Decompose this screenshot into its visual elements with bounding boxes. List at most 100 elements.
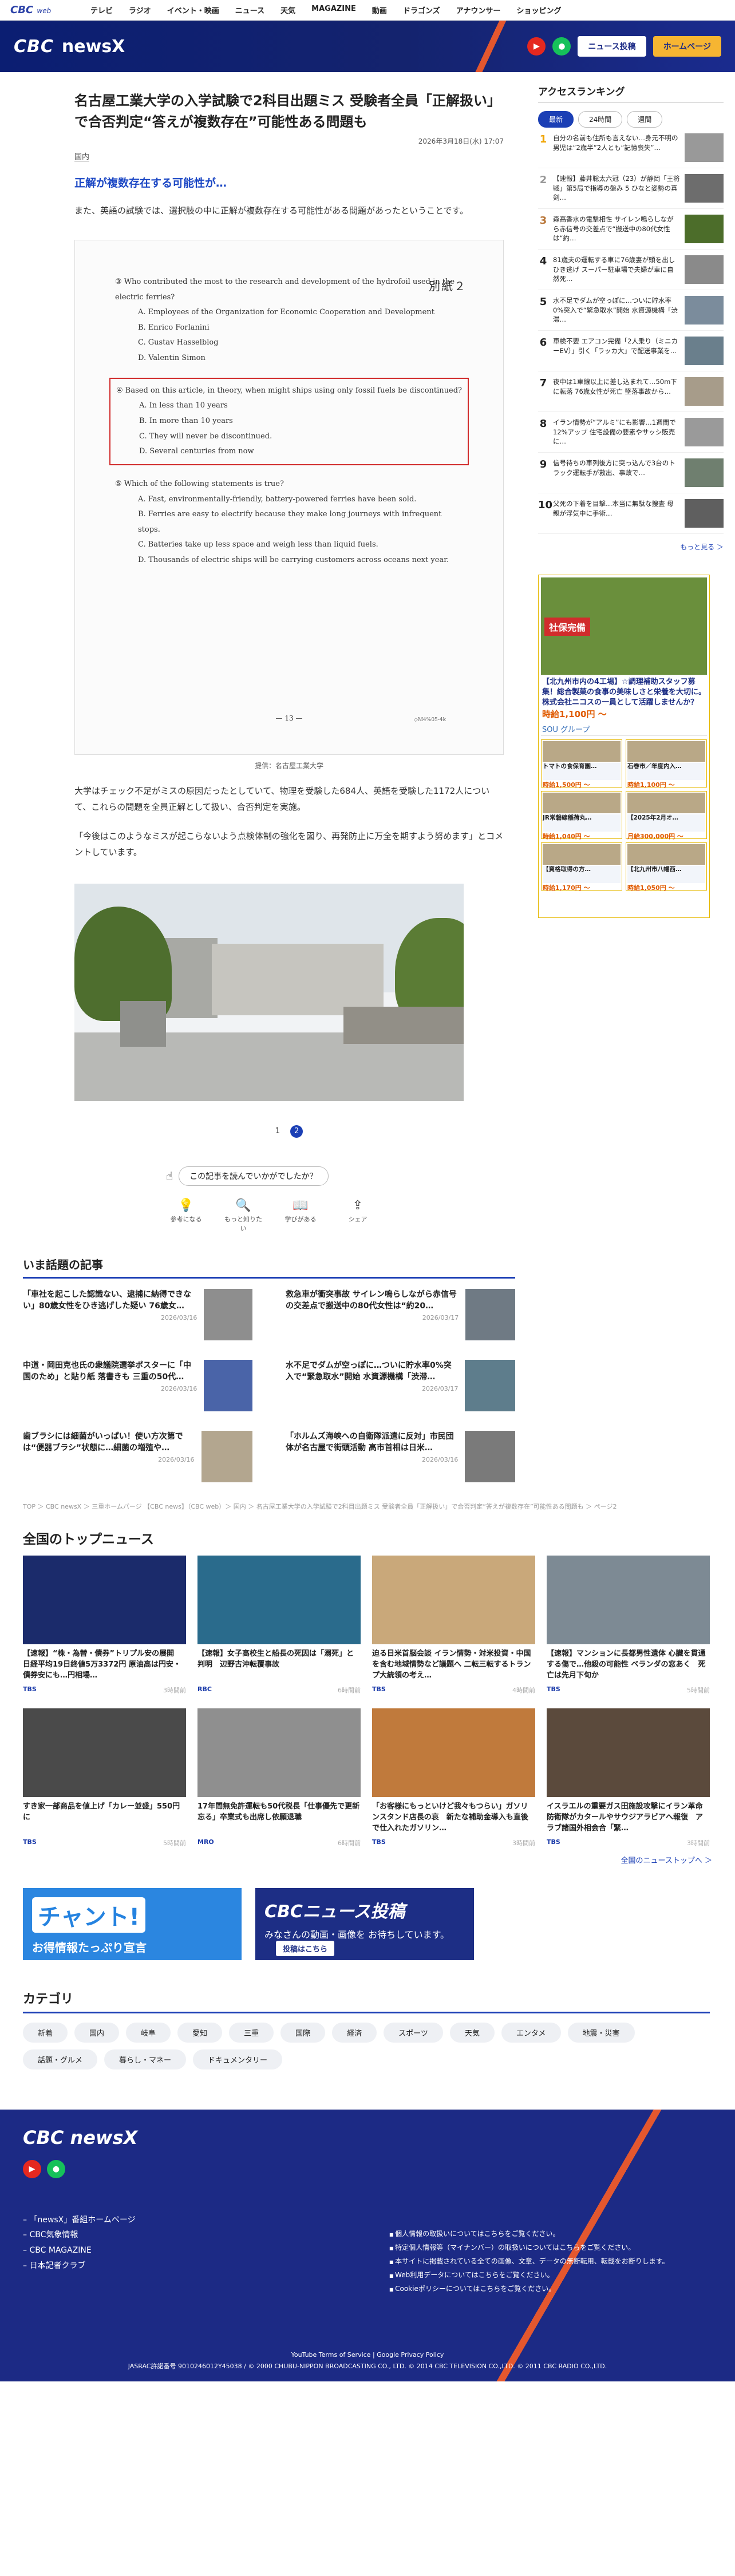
ranking-item[interactable]: 8 イラン情勢が“アルミ”にも影響…1週間で12%アップ 住宅設備の要素やサッシ販… [538, 418, 724, 453]
news-post-button[interactable]: ニュース投稿 [578, 36, 646, 57]
page-link-2-current[interactable]: 2 [290, 1125, 303, 1138]
policy-link[interactable]: 個人情報の取扱いについてはこちらをご覧ください。 [389, 2227, 669, 2241]
category-chip[interactable]: 経済 [332, 2022, 377, 2043]
ranking-tab-latest[interactable]: 最新 [538, 111, 574, 128]
topnav-item-weather[interactable]: 天気 [280, 5, 295, 15]
top-news-more-link[interactable]: 全国のニューストップへ ＞ [0, 1854, 712, 1865]
post-banner-button[interactable]: 投稿はこちら [276, 1940, 335, 1956]
topnav-item-radio[interactable]: ラジオ [129, 5, 151, 15]
category-chip[interactable]: スポーツ [384, 2022, 443, 2043]
ad-cell[interactable]: 【北九州市八幡西… 時給1,050円 ～ [626, 842, 707, 892]
ad-cell[interactable]: 石巻市／年度内入… 時給1,100円 ～ [626, 739, 707, 789]
ad-hero-price: 時給1,100円 ～ [542, 709, 607, 719]
topnav-item-magazine[interactable]: MAGAZINE [311, 5, 356, 15]
chant-banner[interactable]: チャント! お得情報たっぷり宣言 [23, 1888, 242, 1960]
news-card[interactable]: すき家一部商品を値上げ「カレー並盛」550円に TBS 5時間前 [23, 1708, 186, 1847]
reaction-know-more-button[interactable]: 🔍 もっと知りたい [223, 1198, 263, 1233]
news-card[interactable]: イスラエルの重要ガス田施設攻撃にイラン革命防衛隊がカタールやサウジアラビアへ報復… [547, 1708, 710, 1847]
news-card[interactable]: 【速報】女子高校生と船長の死因は「溺死」と判明 辺野古沖転覆事故 RBC 6時間前 [197, 1555, 361, 1695]
youtube-icon[interactable]: ▶ [23, 2159, 41, 2178]
category-chip[interactable]: ドキュメンタリー [193, 2049, 283, 2069]
ranking-item[interactable]: 6 車検不要 エアコン完備「2人乗り（ミニカーEV）」引く「ラッカ大」で配送事業を… [538, 337, 724, 371]
ad-cell[interactable]: 【2025年2月オ… 月給300,000円 ～ [626, 791, 707, 840]
reaction-helpful-button[interactable]: 💡 参考になる [166, 1198, 206, 1233]
ranking-item[interactable]: 10 父死の下着を目撃…本当に無駄な捜査 母親が浮気中に手術… [538, 499, 724, 534]
ranking-tab-24h[interactable]: 24時間 [578, 111, 623, 128]
newsx-logo[interactable]: CBC newsX [14, 37, 125, 57]
ranking-item[interactable]: 2 【速報】藤井聡太六冠（23）が静岡「王将戦」第5局で指導の盤み 5 ひなと姿勢… [538, 174, 724, 209]
homepage-button[interactable]: ホームページ [653, 36, 721, 57]
youtube-icon[interactable]: ▶ [527, 37, 546, 56]
hot-article[interactable]: 歯ブラシには細菌がいっぱい！使い方次第では“便器ブラシ”状態に…細菌の増殖や… 2… [23, 1430, 252, 1482]
category-chip[interactable]: 暮らし・マネー [104, 2049, 187, 2069]
article-category[interactable]: 国内 [74, 151, 90, 163]
photo-gate [343, 1006, 464, 1044]
category-chip[interactable]: 地震・災害 [567, 2022, 635, 2043]
news-title: イスラエルの重要ガス田施設攻撃にイラン革命防衛隊がカタールやサウジアラビアへ報復… [547, 1802, 704, 1833]
ranking-item[interactable]: 4 81歳夫の運転する車に76歳妻が頭を出しひき逃げ スーパー駐車場で夫婦が車に自… [538, 255, 724, 290]
category-chip[interactable]: 三重 [229, 2022, 274, 2043]
ranking-item[interactable]: 1 自分の名前も住所も言えない…身元不明の男児は“2歳半”2人とも“記憶喪失”… [538, 133, 724, 168]
reaction-learning-button[interactable]: 📖 学びがある [280, 1198, 321, 1233]
topnav-item-news[interactable]: ニュース [235, 5, 264, 15]
category-chip[interactable]: 国内 [74, 2022, 120, 2043]
ranking-item-title: 【速報】藤井聡太六冠（23）が静岡「王将戦」第5局で指導の盤み 5 ひなと姿勢の… [553, 175, 680, 202]
policy-link[interactable]: 本サイトに掲載されている全ての画像、文章、データの無断転用、転載をお断りします。 [389, 2254, 669, 2268]
news-card[interactable]: 「お客様にもっといけど我々もつらい」ガソリンスタンド店長の哀 新たな補助金導入も… [372, 1708, 535, 1847]
topnav-item-events[interactable]: イベント・映画 [167, 5, 219, 15]
category-chip[interactable]: エンタメ [501, 2022, 561, 2043]
topnav-item-dragons[interactable]: ドラゴンズ [403, 5, 440, 15]
category-chip[interactable]: 岐阜 [126, 2022, 171, 2043]
ad-cell[interactable]: 【資格取得の方… 時給1,170円 ～ [541, 842, 622, 892]
ad-cell[interactable]: トマトの食保育園… 時給1,500円 ～ [541, 739, 622, 789]
hot-article[interactable]: 中道・岡田克也氏の衆議院選挙ポスターに「中国のため」と貼り紙 落書きも 三重の5… [23, 1359, 252, 1411]
hot-article[interactable]: 「車社を起こした認識ない、逮捕に納得できない」80歳女性をひき逃げした疑い 76… [23, 1288, 252, 1340]
ranking-tab-weekly[interactable]: 週間 [627, 111, 663, 128]
brand-name: newsX [61, 36, 125, 57]
topnav-item-video[interactable]: 動画 [372, 5, 387, 15]
category-chip[interactable]: 愛知 [177, 2022, 223, 2043]
news-card[interactable]: 【速報】“株・為替・債券”トリプル安の展開 日経平均19日終値5万3372円 原… [23, 1555, 186, 1695]
category-chip[interactable]: 話題・グルメ [23, 2049, 98, 2069]
ranking-item[interactable]: 5 水不足でダムが空っぽに…ついに貯水率0%突入で“緊急取水”開始 水資源機構「渋… [538, 296, 724, 331]
youtube-terms-links[interactable]: YouTube Terms of Service | Google Privac… [0, 2349, 735, 2361]
policy-link[interactable]: Cookieポリシーについてはこちらをご覧ください。 [389, 2282, 669, 2296]
ranking-item[interactable]: 9 信号待ちの車列後方に突っ込んで3台のトラック運転手が救出、事故で… [538, 458, 724, 493]
news-source: TBS [547, 1838, 560, 1846]
hot-article[interactable]: 救急車が衝突事故 サイレン鳴らしながら赤信号の交差点で搬送中の80代女性は“約2… [286, 1288, 515, 1340]
hot-article[interactable]: 水不足でダムが空っぽに…ついに貯水率0%突入で“緊急取水”開始 水資源機構「渋滞… [286, 1359, 515, 1411]
logo-sub: web [37, 7, 52, 15]
news-card[interactable]: 【速報】マンションに長都男性遺体 心臓を貫通する傷で…他殺の可能性 ベランダの窓… [547, 1555, 710, 1695]
ranking-item[interactable]: 3 森高香水の電撃相性 サイレン鳴らしながら赤信号の交差点で“搬送中の80代女性は… [538, 215, 724, 250]
share-button[interactable]: ⇪ シェア [338, 1198, 378, 1233]
news-card[interactable]: 17年間無免許運転も50代税長「仕事優先で更新忘る」卒業式も出席し依願退職 MRO… [197, 1708, 361, 1847]
page-link-1[interactable]: 1 [275, 1127, 280, 1135]
hot-article-date: 2026/03/16 [158, 1456, 195, 1464]
article-title: 名古屋工業大学の入学試験で2科目出題ミス 受験者全員「正解扱い」で合否判定“答え… [74, 93, 501, 130]
topnav-item-shopping[interactable]: ショッピング [516, 5, 561, 15]
news-post-banner[interactable]: CBCニュース投稿 みなさんの動画・画像を お待ちしています。投稿はこちら [255, 1888, 474, 1960]
topnav-item-tv[interactable]: テレビ [90, 5, 113, 15]
exam-question: ③ Who contributed the most to the resear… [115, 275, 463, 366]
line-icon[interactable]: ● [47, 2159, 65, 2178]
ad-cell[interactable]: JR常磐線稲荷丸… 時給1,040円 ～ [541, 791, 622, 840]
news-card[interactable]: 迫る日米首脳会談 イラン情勢・対米投資・中国を含む地域情勢など議題へ 二転三転す… [372, 1555, 535, 1695]
category-chip[interactable]: 新着 [23, 2022, 68, 2043]
category-chip[interactable]: 国際 [280, 2022, 326, 2043]
line-icon[interactable]: ● [552, 37, 571, 56]
ranking-item[interactable]: 7 夜中は1車線以上に差し込まれて…50m下に転落 76歳女性が死亡 墜落事故から… [538, 377, 724, 412]
category-chip[interactable]: 天気 [449, 2022, 495, 2043]
hot-article-thumbnail [465, 1288, 515, 1340]
article-paragraph: また、英語の試験では、選択肢の中に正解が複数存在する可能性がある問題があったとい… [74, 205, 469, 216]
hot-article[interactable]: 「ホルムズ海峡への自衛隊派遣に反対」市民団体が名古屋で街頭活動 高市首相は日米…… [286, 1430, 515, 1482]
job-ad[interactable]: 社保完備 【北九州市内の4工場】☆調理補助スタッフ募集！総合製菓の食事の美味しさ… [538, 575, 710, 918]
hot-article-title: 中道・岡田克也氏の衆議院選挙ポスターに「中国のため」と貼り紙 落書きも 三重の5… [23, 1360, 191, 1382]
policy-link[interactable]: 特定個人情報等（マイナンバー）の取扱いについてはこちらをご覧ください。 [389, 2241, 669, 2254]
breadcrumb[interactable]: TOP ＞ CBC newsX ＞ 三重ホームパージ 【CBC news】（CB… [23, 1502, 710, 1511]
policy-link[interactable]: Web利用データについてはこちらをご覧ください。 [389, 2268, 669, 2282]
topnav-item-announcer[interactable]: アナウンサー [456, 5, 501, 15]
cbc-web-logo[interactable]: CBC web [10, 4, 90, 16]
news-thumbnail [23, 1708, 186, 1797]
ranking-more-link[interactable]: もっと見る ＞ [538, 542, 724, 552]
ad-cell-image [543, 844, 621, 865]
